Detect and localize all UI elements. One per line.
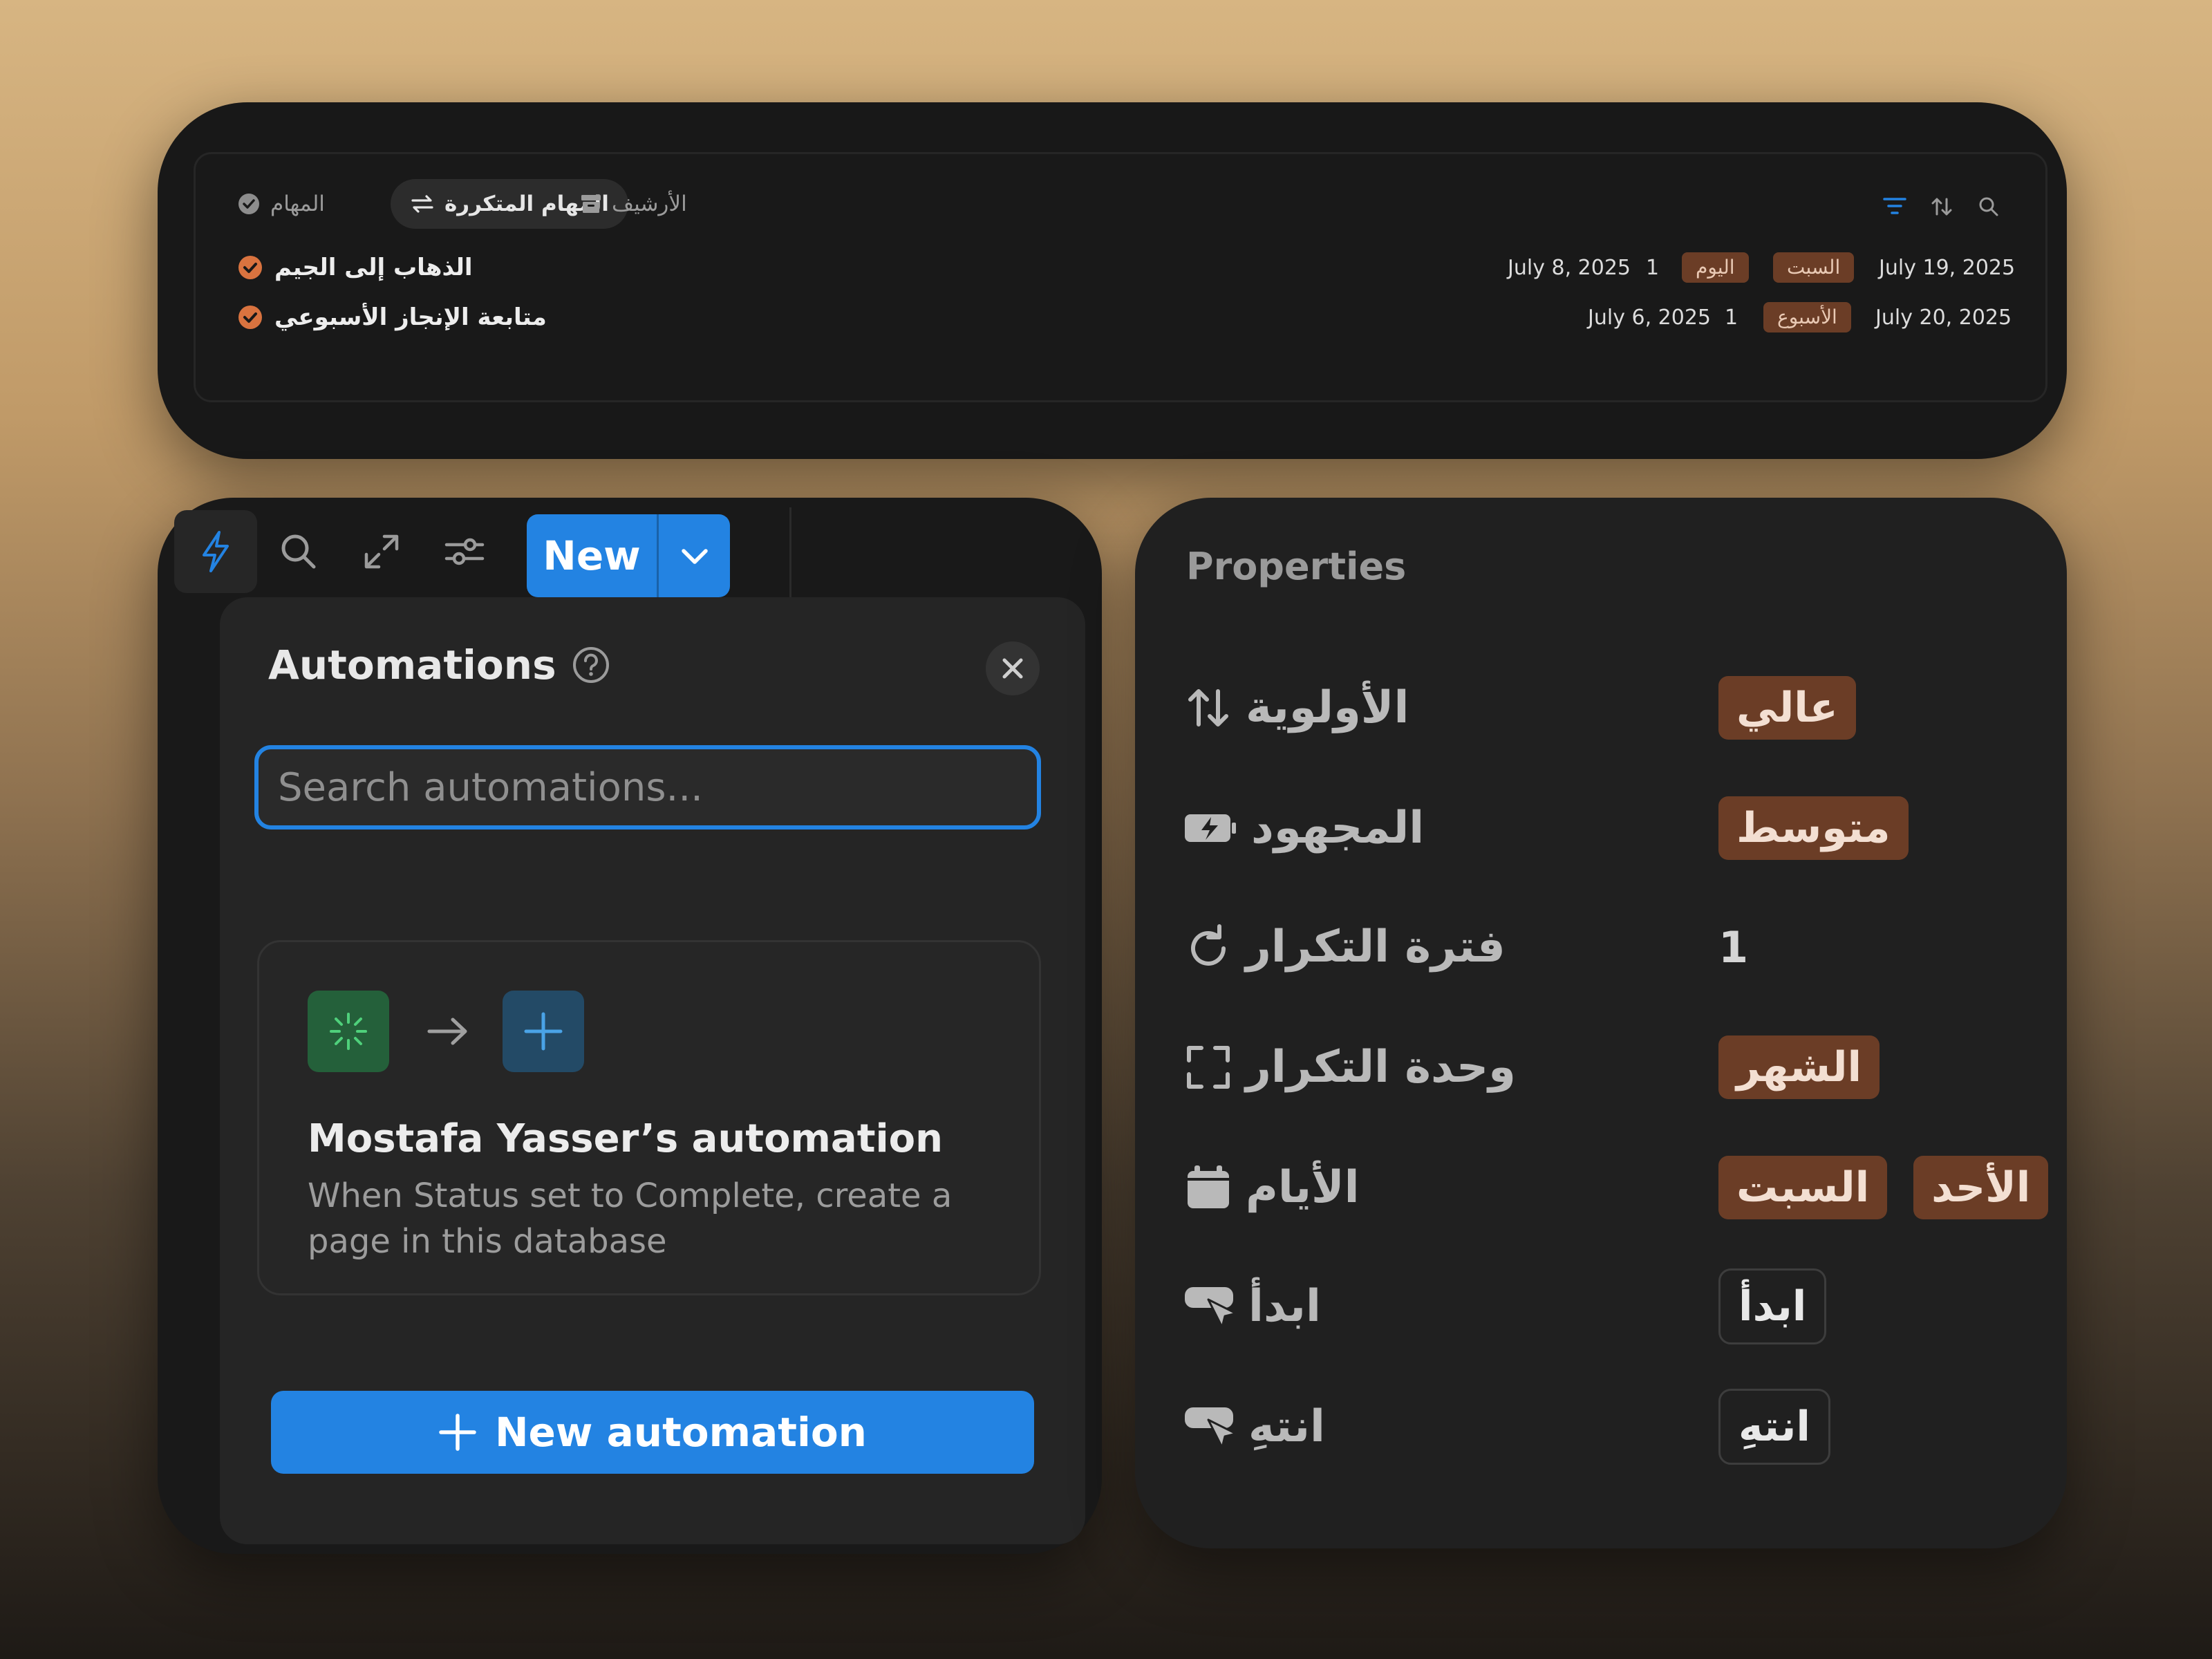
property-priority[interactable]: الأولوية عالي (1183, 666, 2034, 749)
automation-description: When Status set to Complete, create a pa… (308, 1177, 953, 1261)
toolbar-divider (789, 507, 791, 610)
search-automations-input[interactable] (254, 745, 1041, 830)
property-label: المجهود (1183, 787, 1424, 870)
property-value[interactable]: السبت الأحد (1718, 1146, 2049, 1229)
expand-button[interactable] (340, 510, 423, 593)
action-tile (503, 991, 584, 1072)
start-button[interactable]: ابدأ (1718, 1268, 1827, 1344)
cell-interval: 1 (1646, 255, 1660, 280)
property-label: انتهِ (1183, 1385, 1325, 1468)
property-value[interactable]: الشهر (1718, 1026, 1880, 1109)
select-tag[interactable]: متوسط (1718, 796, 1909, 860)
click-button-icon (1185, 1407, 1236, 1449)
cell-unit-tag: اليوم (1682, 252, 1749, 283)
check-circle-icon (238, 256, 262, 279)
new-automation-label: New automation (495, 1409, 867, 1456)
properties-panel: Properties الأولوية عالي المجهود متوسط ف… (1135, 498, 2067, 1548)
cell-interval: 1 (1725, 305, 1738, 330)
automation-card[interactable]: Mostafa Yasser’s automation When Status … (257, 940, 1041, 1295)
property-value[interactable]: انتهِ (1718, 1385, 1830, 1468)
automations-panel: New Automations Search automations... Mo… (158, 498, 1102, 1554)
new-button-label[interactable]: New (527, 514, 657, 597)
automations-button[interactable] (174, 510, 257, 593)
check-circle-icon (238, 306, 262, 329)
plus-icon (524, 1012, 563, 1051)
number-value[interactable]: 1 (1718, 922, 1748, 973)
automations-popover: Automations Mostafa Yasser’s automation (220, 597, 1085, 1544)
property-value[interactable]: ابدأ (1718, 1265, 1827, 1348)
chevron-down-icon (681, 549, 708, 564)
new-dropdown-button[interactable] (657, 514, 730, 597)
search-icon (281, 534, 316, 569)
sort-arrows-icon (1188, 689, 1228, 727)
battery-bolt-icon (1185, 814, 1236, 842)
calendar-icon (1188, 1165, 1229, 1208)
frame-corners-icon (1187, 1046, 1230, 1089)
property-label: فترة التكرار (1183, 906, 1506, 988)
table-row[interactable]: متابعة الإنجاز الأسبوعي July 6, 2025 1 ا… (196, 297, 2045, 338)
end-button[interactable]: انتهِ (1718, 1389, 1830, 1465)
tab-archive[interactable]: الأرشيف (580, 179, 687, 229)
repeat-icon (411, 195, 433, 213)
row-title[interactable]: متابعة الإنجاز الأسبوعي (237, 297, 547, 338)
help-icon[interactable] (572, 646, 610, 684)
property-repeat-unit[interactable]: وحدة التكرار الشهر (1183, 1026, 2034, 1109)
cell-day-tag: السبت (1773, 252, 1855, 283)
close-icon (1002, 658, 1023, 679)
database-view: المهام المهام المتكررة الأرشيف الذهاب إل… (194, 152, 2047, 402)
property-label: الأيام (1183, 1146, 1360, 1229)
arrow-right-icon (427, 1018, 467, 1045)
tab-label: المهام (270, 191, 325, 216)
multi-select-tag[interactable]: الأحد (1913, 1156, 2049, 1219)
property-label: وحدة التكرار (1183, 1026, 1516, 1109)
row-title[interactable]: الذهاب إلى الجيم (237, 247, 473, 288)
automation-name: Mostafa Yasser’s automation (308, 1116, 943, 1161)
cell-next-date: July 19, 2025 (1879, 255, 2016, 280)
property-label: الأولوية (1183, 666, 1409, 749)
multi-select-tag[interactable]: السبت (1718, 1156, 1888, 1219)
automations-title: Automations (268, 641, 556, 688)
lightning-icon (203, 531, 229, 572)
database-topbar: New (167, 507, 928, 610)
property-label: ابدأ (1183, 1265, 1321, 1348)
property-value[interactable]: 1 (1718, 906, 1748, 988)
loading-icon (330, 1013, 367, 1050)
database-panel: المهام المهام المتكررة الأرشيف الذهاب إل… (158, 102, 2067, 459)
cell-start-date: July 6, 2025 (1588, 305, 1711, 330)
plus-icon (439, 1414, 476, 1451)
property-days[interactable]: الأيام السبت الأحد (1183, 1146, 2049, 1229)
row-title-text: متابعة الإنجاز الأسبوعي (274, 303, 547, 331)
property-value[interactable]: متوسط (1718, 787, 1909, 870)
close-button[interactable] (986, 641, 1040, 695)
cell-next-date: July 20, 2025 (1875, 305, 2012, 330)
search-button[interactable] (257, 510, 340, 593)
property-repeat-interval[interactable]: فترة التكرار 1 (1183, 906, 2034, 988)
click-button-icon (1185, 1287, 1236, 1329)
property-start[interactable]: ابدأ ابدأ (1183, 1265, 2034, 1348)
sliders-icon (444, 538, 485, 565)
select-tag[interactable]: عالي (1718, 676, 1856, 740)
check-circle-icon (238, 194, 259, 214)
property-value[interactable]: عالي (1718, 666, 1856, 749)
tab-label: الأرشيف (612, 191, 687, 216)
settings-button[interactable] (423, 510, 506, 593)
archive-icon (581, 195, 601, 213)
row-title-text: الذهاب إلى الجيم (274, 254, 473, 281)
cell-start-date: July 8, 2025 (1508, 255, 1631, 280)
property-end[interactable]: انتهِ انتهِ (1183, 1385, 2034, 1468)
properties-heading: Properties (1186, 545, 1407, 588)
popover-title: Automations (268, 641, 610, 688)
view-tabs: المهام المهام المتكررة الأرشيف (196, 179, 2045, 234)
expand-icon (364, 534, 399, 569)
select-tag[interactable]: الشهر (1718, 1035, 1880, 1099)
new-button[interactable]: New (527, 514, 730, 597)
refresh-icon (1191, 924, 1226, 966)
property-effort[interactable]: المجهود متوسط (1183, 787, 2034, 870)
trigger-tile (308, 991, 389, 1072)
table-row[interactable]: الذهاب إلى الجيم July 8, 2025 1 اليوم ال… (196, 247, 2045, 288)
cell-unit-tag: الأسبوع (1763, 302, 1851, 332)
new-automation-button[interactable]: New automation (271, 1391, 1034, 1474)
tab-tasks[interactable]: المهام (237, 179, 325, 229)
